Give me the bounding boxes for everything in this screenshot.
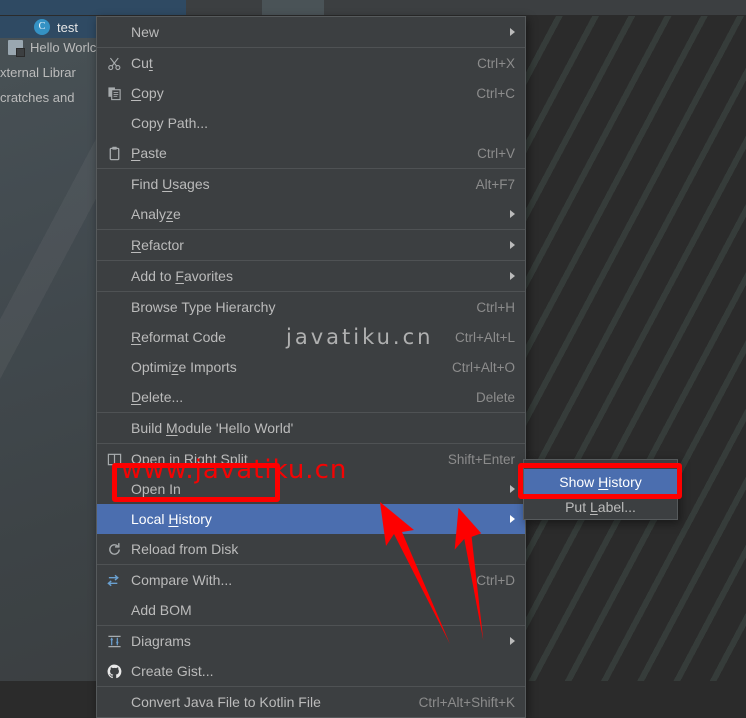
local-history-submenu[interactable]: Show History Put Label... xyxy=(523,459,678,520)
menu-item-shortcut: Ctrl+C xyxy=(476,85,515,101)
menu-item-label: Create Gist... xyxy=(131,663,214,679)
menu-item-shortcut: Ctrl+H xyxy=(476,299,515,315)
menu-item-label: Reformat Code xyxy=(131,329,226,345)
submenu-item-put-label[interactable]: Put Label... xyxy=(524,494,677,519)
menu-item-analyze[interactable]: Analyze xyxy=(97,199,525,229)
menu-item-delete[interactable]: Delete... Delete xyxy=(97,382,525,412)
submenu-item-show-history[interactable]: Show History xyxy=(524,469,677,494)
split-icon xyxy=(105,452,123,467)
tree-item-label: xternal Librar xyxy=(0,64,76,80)
menu-item-reload-from-disk[interactable]: Reload from Disk xyxy=(97,534,525,564)
diagram-icon xyxy=(105,634,123,649)
menu-item-label: New xyxy=(131,24,160,40)
menu-item-shortcut: Ctrl+X xyxy=(477,55,515,71)
tab-secondary[interactable] xyxy=(262,0,324,16)
menu-item-find-usages[interactable]: Find Usages Alt+F7 xyxy=(97,169,525,199)
chevron-right-icon xyxy=(510,515,515,523)
chevron-right-icon xyxy=(510,272,515,280)
menu-item-label: Add to Favorites xyxy=(131,268,233,284)
refresh-icon xyxy=(105,542,123,557)
menu-item-copy-path[interactable]: Copy Path... xyxy=(97,108,525,138)
menu-item-add-bom[interactable]: Add BOM xyxy=(97,595,525,625)
menu-item-label: Refactor xyxy=(131,237,184,253)
chevron-right-icon xyxy=(510,485,515,493)
menu-item-shortcut: Alt+F7 xyxy=(475,176,515,192)
tab-active[interactable] xyxy=(0,0,186,16)
editor-tab-bar[interactable] xyxy=(0,0,746,16)
menu-item-refactor[interactable]: Refactor xyxy=(97,230,525,260)
chevron-right-icon xyxy=(510,210,515,218)
menu-item-reformat-code[interactable]: Reformat Code Ctrl+Alt+L xyxy=(97,322,525,352)
menu-item-label: Cut xyxy=(131,55,153,71)
menu-item-shortcut: Ctrl+V xyxy=(477,145,515,161)
menu-item-label: Browse Type Hierarchy xyxy=(131,299,276,315)
menu-item-label: Open in Right Split xyxy=(131,451,248,467)
menu-item-add-to-favorites[interactable]: Add to Favorites xyxy=(97,261,525,291)
menu-item-browse-type-hierarchy[interactable]: Browse Type Hierarchy Ctrl+H xyxy=(97,292,525,322)
chevron-right-icon xyxy=(510,637,515,645)
menu-item-label: Compare With... xyxy=(131,572,233,588)
menu-item-optimize-imports[interactable]: Optimize Imports Ctrl+Alt+O xyxy=(97,352,525,382)
menu-item-label: Copy Path... xyxy=(131,115,209,131)
menu-item-label: Paste xyxy=(131,145,167,161)
menu-item-shortcut: Ctrl+D xyxy=(476,572,515,588)
menu-item-shortcut: Shift+Enter xyxy=(447,451,515,467)
clipboard-icon xyxy=(105,146,123,161)
menu-item-label: Find Usages xyxy=(131,176,210,192)
menu-item-label: Analyze xyxy=(131,206,181,222)
submenu-top-cap xyxy=(524,460,677,469)
menu-item-label: Local History xyxy=(131,511,212,527)
scissors-icon xyxy=(105,56,123,71)
menu-item-cut[interactable]: Cut Ctrl+X xyxy=(97,48,525,78)
menu-item-build-module-hello-world[interactable]: Build Module 'Hello World' xyxy=(97,413,525,443)
menu-item-label: Reload from Disk xyxy=(131,541,239,557)
menu-item-shortcut: Ctrl+Alt+Shift+K xyxy=(418,694,515,710)
menu-item-local-history[interactable]: Local History xyxy=(97,504,525,534)
menu-item-paste[interactable]: Paste Ctrl+V xyxy=(97,138,525,168)
menu-item-open-in-right-split[interactable]: Open in Right Split Shift+Enter xyxy=(97,444,525,474)
copy-icon xyxy=(105,86,123,101)
menu-item-label: Delete... xyxy=(131,389,184,405)
menu-item-label: Diagrams xyxy=(131,633,191,649)
menu-item-label: Convert Java File to Kotlin File xyxy=(131,694,321,710)
submenu-item-label: Put Label... xyxy=(565,498,636,515)
menu-item-label: Optimize Imports xyxy=(131,359,237,375)
menu-item-label: Add BOM xyxy=(131,602,192,618)
menu-item-shortcut: Ctrl+Alt+L xyxy=(454,329,515,345)
github-icon xyxy=(105,664,123,679)
module-icon xyxy=(8,39,25,57)
menu-item-shortcut: Ctrl+Alt+O xyxy=(451,359,515,375)
compare-icon xyxy=(105,573,123,588)
context-menu[interactable]: New Cut Ctrl+X Copy Ctrl+C Copy Path... Paste C… xyxy=(96,16,526,718)
menu-item-new[interactable]: New xyxy=(97,17,525,47)
tree-item-label: test xyxy=(57,19,78,35)
menu-item-copy[interactable]: Copy Ctrl+C xyxy=(97,78,525,108)
menu-item-open-in[interactable]: Open In xyxy=(97,474,525,504)
menu-item-diagrams[interactable]: Diagrams xyxy=(97,626,525,656)
tree-item-label: cratches and xyxy=(0,89,75,105)
submenu-item-label: Show History xyxy=(559,473,642,490)
class-icon: C xyxy=(34,19,50,35)
menu-item-label: Build Module 'Hello World' xyxy=(131,420,294,436)
app-window: Ctest Hello Worlc xternal Librar cratches a… xyxy=(0,0,746,718)
chevron-right-icon xyxy=(510,241,515,249)
menu-item-label: Copy xyxy=(131,85,164,101)
menu-item-compare-with[interactable]: Compare With... Ctrl+D xyxy=(97,565,525,595)
menu-item-create-gist[interactable]: Create Gist... xyxy=(97,656,525,686)
menu-item-label: Open In xyxy=(131,481,181,497)
tree-item-label: Hello Worlc xyxy=(30,39,97,55)
menu-item-shortcut: Delete xyxy=(475,389,515,405)
chevron-right-icon xyxy=(510,28,515,36)
menu-item-convert-java-file-to-kotlin-file[interactable]: Convert Java File to Kotlin File Ctrl+Alt… xyxy=(97,687,525,717)
